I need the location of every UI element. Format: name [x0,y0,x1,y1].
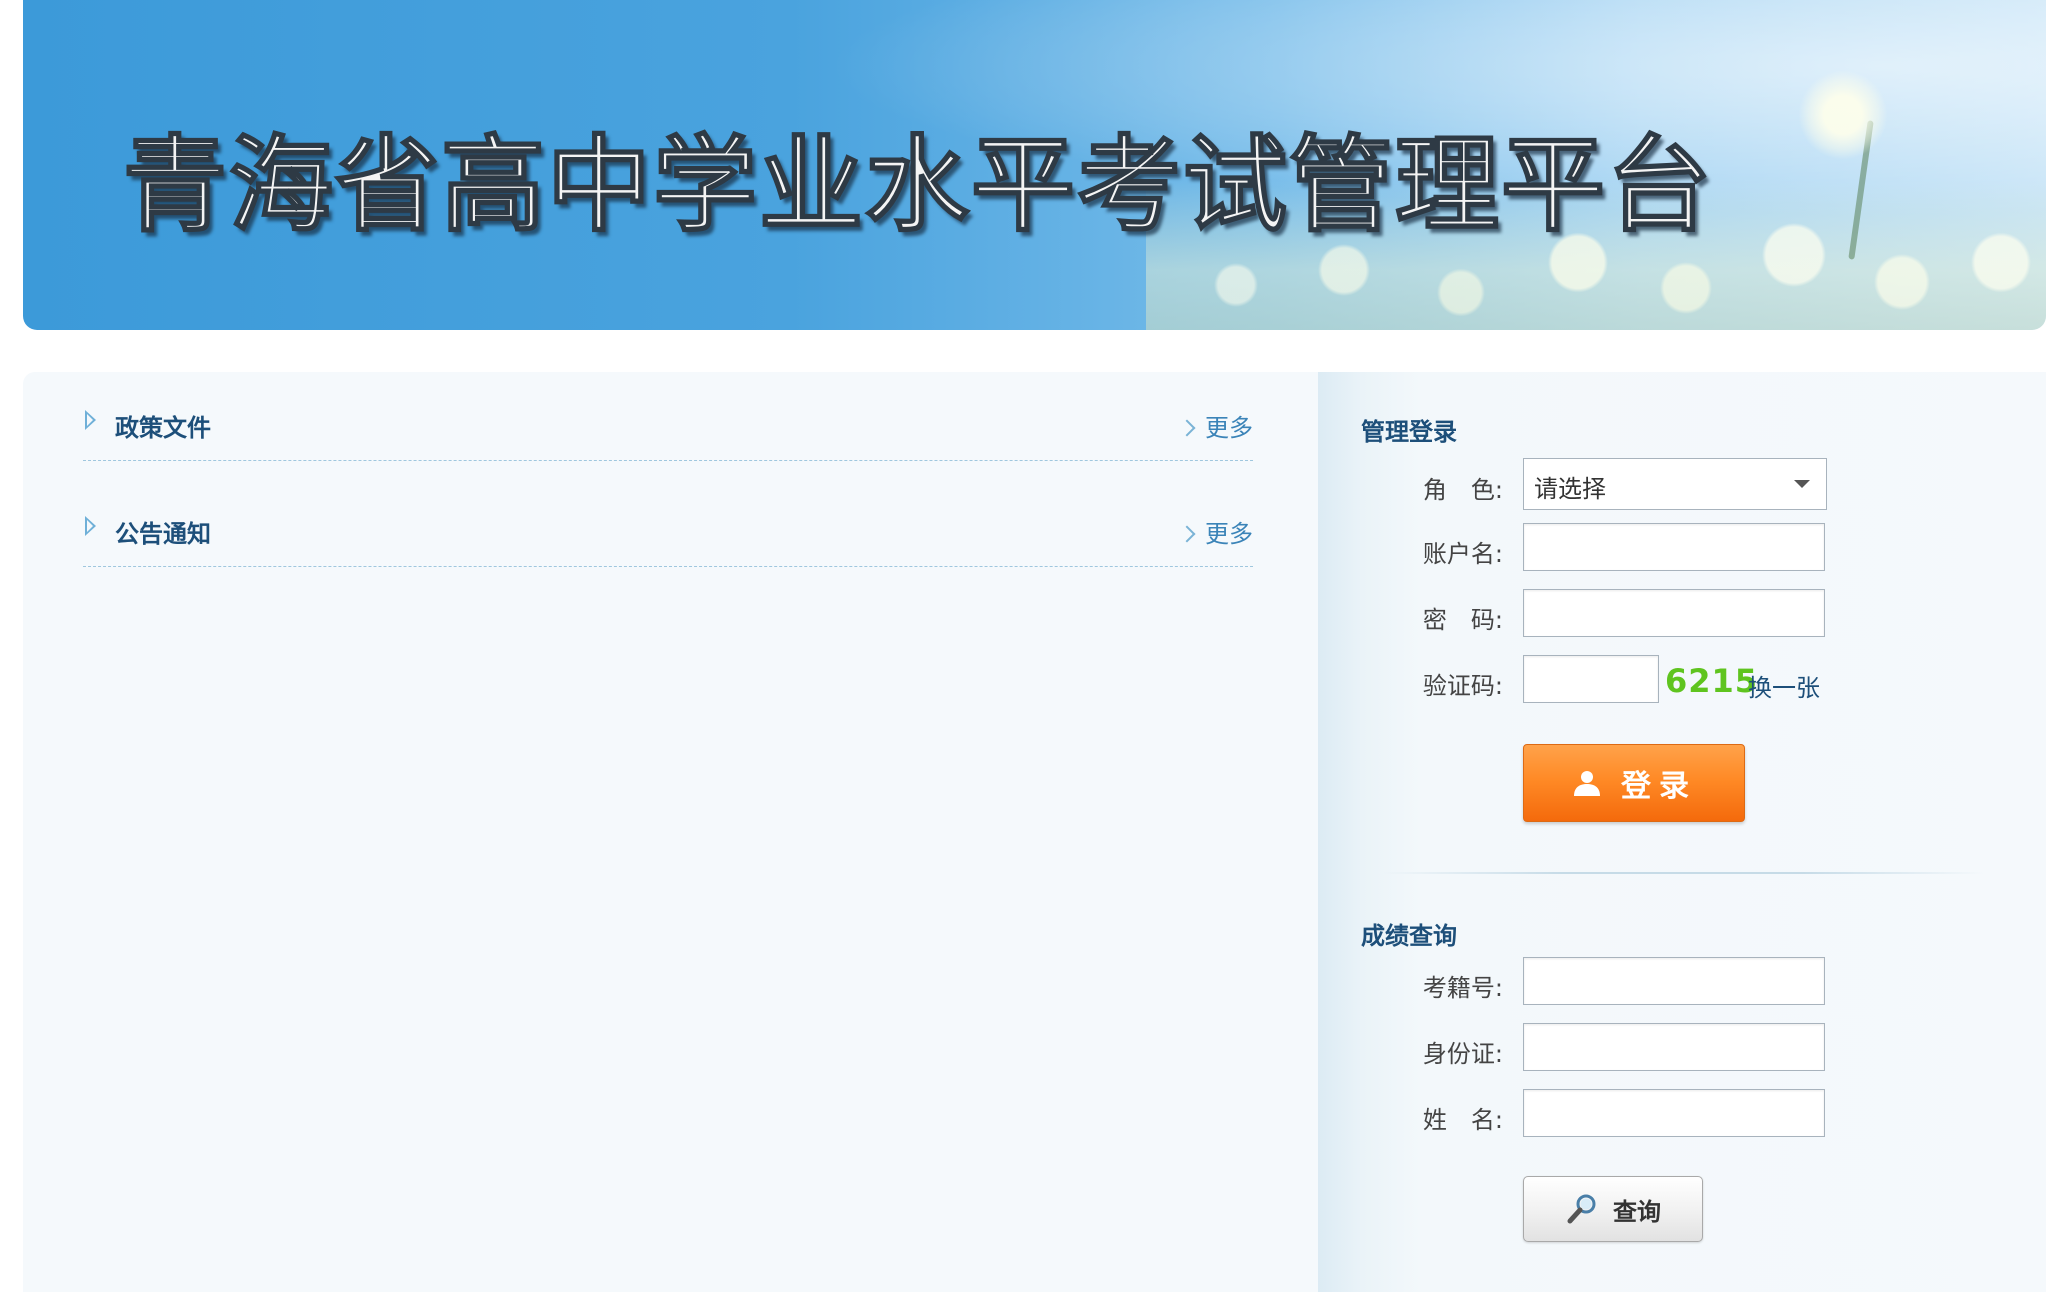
more-link-label: 更多 [1205,520,1253,548]
news-section-heading: 政策文件 [115,414,211,442]
user-icon [1574,771,1600,796]
captcha-label: 验证码: [1422,672,1503,700]
login-section-title: 管理登录 [1361,418,1457,446]
exam-id-input[interactable] [1523,957,1825,1005]
section-divider [1383,872,1983,874]
id-card-input[interactable] [1523,1023,1825,1071]
role-label: 角 色: [1422,476,1503,504]
triangle-bullet-icon [85,410,96,430]
news-section-heading: 公告通知 [115,520,211,548]
more-link[interactable]: 更多 [1178,408,1253,443]
name-input[interactable] [1523,1089,1825,1137]
login-button[interactable]: 登录 [1523,744,1745,822]
password-label: 密 码: [1422,606,1503,634]
login-button-label: 登录 [1621,769,1697,804]
score-query-title: 成绩查询 [1361,922,1457,950]
chevron-right-icon [1178,419,1196,437]
password-input[interactable] [1523,589,1825,637]
query-button-label: 查询 [1613,1197,1661,1226]
role-select[interactable]: 请选择 [1523,458,1827,510]
name-label: 姓 名: [1422,1106,1503,1134]
chevron-right-icon [1178,525,1196,543]
site-title: 青海省高中学业水平考试管理平台 [122,122,1714,247]
more-link[interactable]: 更多 [1178,514,1253,549]
captcha-input[interactable] [1523,655,1659,703]
search-icon [1567,1194,1596,1224]
captcha-image[interactable]: 6215 [1665,662,1758,700]
account-input[interactable] [1523,523,1825,571]
triangle-bullet-icon [85,516,96,536]
exam-id-label: 考籍号: [1422,974,1503,1002]
more-link-label: 更多 [1205,414,1253,442]
role-select-value: 请选择 [1534,475,1606,503]
header-banner: 青海省高中学业水平考试管理平台 [23,0,2046,330]
login-sidebar: 管理登录 角 色: 请选择 账户名: 密 码: 验证码: 6215 换一张 登录 [1318,372,2046,1292]
dropdown-arrow-icon [1794,480,1810,488]
page: 青海省高中学业水平考试管理平台 政策文件 更多 公告通知 更多 管理登录 角 色… [0,0,2072,1312]
main-panel: 政策文件 更多 公告通知 更多 管理登录 角 色: 请选择 账户名: 密 码: … [23,372,2046,1292]
captcha-refresh-link[interactable]: 换一张 [1748,668,1820,703]
news-section-policy: 政策文件 更多 [83,372,1253,461]
id-card-label: 身份证: [1422,1040,1503,1068]
banner-flower-image [1798,70,1888,160]
account-label: 账户名: [1422,540,1503,568]
query-button[interactable]: 查询 [1523,1176,1703,1242]
news-section-notice: 公告通知 更多 [83,478,1253,567]
